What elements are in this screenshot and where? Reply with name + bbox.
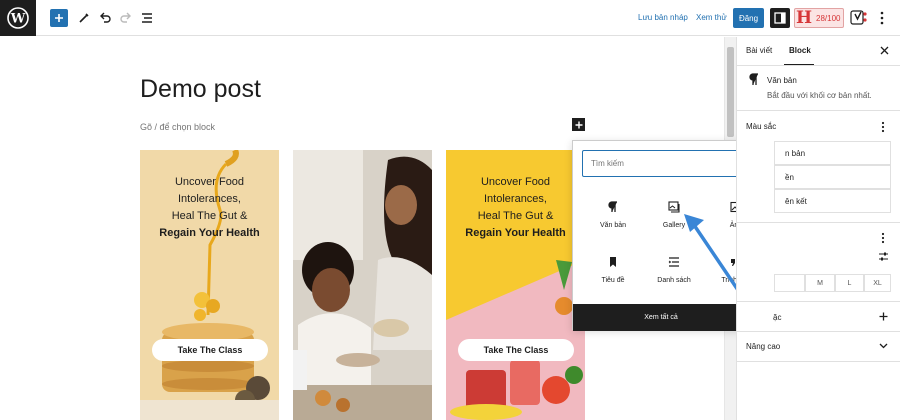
color-option-label: ền [785, 173, 794, 182]
plus-icon [575, 121, 582, 128]
bookmark-icon [606, 255, 620, 269]
yoast-button[interactable] [850, 9, 868, 27]
card-headline-strong: Regain Your Health [159, 227, 260, 239]
publish-button[interactable]: Đăng [733, 8, 764, 28]
advanced-panel-title[interactable]: Nâng cao [746, 342, 780, 351]
options-button[interactable] [875, 8, 889, 28]
view-all-blocks-button[interactable]: Xem tất cả [573, 304, 749, 331]
yoast-icon [850, 10, 867, 25]
chevron-down-icon[interactable] [879, 343, 888, 349]
sidebar-icon [774, 12, 786, 24]
block-placeholder[interactable]: Gõ / để chọn block [140, 122, 215, 132]
color-option-background[interactable]: ền [774, 165, 891, 189]
color-option-label: n bản [785, 149, 806, 158]
block-card-description: Bắt đầu với khối cơ bản nhất. [767, 91, 872, 100]
more-vertical-icon[interactable] [881, 121, 885, 133]
gallery-icon [667, 200, 681, 214]
block-option-heading[interactable]: Tiêu đề [588, 253, 638, 293]
scrollbar-thumb[interactable] [727, 47, 734, 137]
paragraph-icon [749, 73, 758, 85]
wordpress-logo[interactable]: W [0, 0, 36, 36]
family-photo-illustration [293, 150, 432, 420]
add-block-button[interactable] [50, 9, 68, 27]
tab-post[interactable]: Bài viết [746, 46, 772, 55]
divider [737, 331, 900, 332]
preview-button[interactable]: Xem thử [696, 13, 727, 22]
save-draft-button[interactable]: Lưu bản nháp [638, 13, 688, 22]
svg-text:W: W [10, 12, 26, 27]
document-overview-button[interactable] [137, 8, 157, 28]
wordpress-icon: W [7, 7, 29, 29]
tab-block[interactable]: Block [789, 46, 811, 55]
undo-button[interactable] [95, 8, 115, 28]
redo-icon [120, 12, 131, 23]
tools-button[interactable] [74, 8, 94, 28]
block-option-paragraph[interactable]: Văn bản [588, 198, 638, 238]
gallery-image-family-photo[interactable] [293, 150, 432, 420]
seo-score-button[interactable]: H 28/100 [794, 8, 844, 28]
list-view-icon [142, 13, 152, 23]
panel-title-partial: ặc [773, 313, 782, 322]
font-size-l[interactable]: L [835, 274, 864, 292]
pencil-icon [79, 13, 89, 23]
settings-sidebar: Bài viết Block Văn bản Bắt đầu với khối … [736, 37, 900, 420]
card-headline-line: Uncover Food [480, 176, 551, 188]
block-option-label: Tiêu đề [601, 277, 625, 284]
paragraph-icon [606, 200, 620, 214]
divider [737, 301, 900, 302]
gallery-image-food-class[interactable]: Uncover Food Intolerances, Heal The Gut … [446, 150, 585, 420]
gallery-image-food-class[interactable]: Uncover Food Intolerances, Heal The Gut … [140, 150, 279, 420]
more-vertical-icon[interactable] [881, 232, 885, 244]
canvas-add-block-button[interactable] [572, 118, 585, 131]
plus-icon[interactable] [879, 312, 888, 321]
block-card-title: Văn bản [767, 76, 797, 85]
seo-logo-icon: H [796, 8, 813, 28]
close-icon[interactable] [880, 46, 889, 55]
settings-toggle-button[interactable] [770, 8, 790, 28]
take-class-button[interactable]: Take The Class [458, 339, 574, 361]
divider [737, 222, 900, 223]
take-class-button[interactable]: Take The Class [152, 339, 268, 361]
card-headline-line: Uncover Food [174, 176, 245, 188]
card-headline-line: Heal The Gut & [477, 210, 554, 222]
color-option-text[interactable]: n bản [774, 141, 891, 165]
search-placeholder: Tìm kiếm [591, 159, 624, 168]
list-icon [667, 255, 681, 269]
block-option-label: Văn bản [599, 222, 627, 229]
card-headline-line: Heal The Gut & [171, 210, 248, 222]
divider [737, 65, 900, 66]
seo-score-value: 28/100 [816, 13, 841, 23]
color-option-label: ên kết [785, 197, 807, 206]
divider [737, 361, 900, 362]
post-title[interactable]: Demo post [140, 75, 261, 104]
plus-icon [55, 14, 63, 22]
color-option-link[interactable]: ên kết [774, 189, 891, 213]
colors-panel-title: Màu sắc [746, 122, 777, 131]
editor-top-toolbar: W Lưu bản nháp Xem thử Đăng H 28/100 [0, 0, 900, 36]
font-size-option[interactable] [774, 274, 805, 292]
font-size-xl[interactable]: XL [864, 274, 891, 292]
sliders-icon[interactable] [878, 251, 889, 262]
card-headline-line: Intolerances, [178, 193, 241, 205]
more-vertical-icon [880, 11, 884, 25]
card-headline-line: Intolerances, [484, 193, 547, 205]
card-headline-strong: Regain Your Health [465, 227, 566, 239]
divider [737, 110, 900, 111]
font-size-m[interactable]: M [805, 274, 835, 292]
redo-button[interactable] [116, 8, 136, 28]
undo-icon [100, 12, 111, 23]
